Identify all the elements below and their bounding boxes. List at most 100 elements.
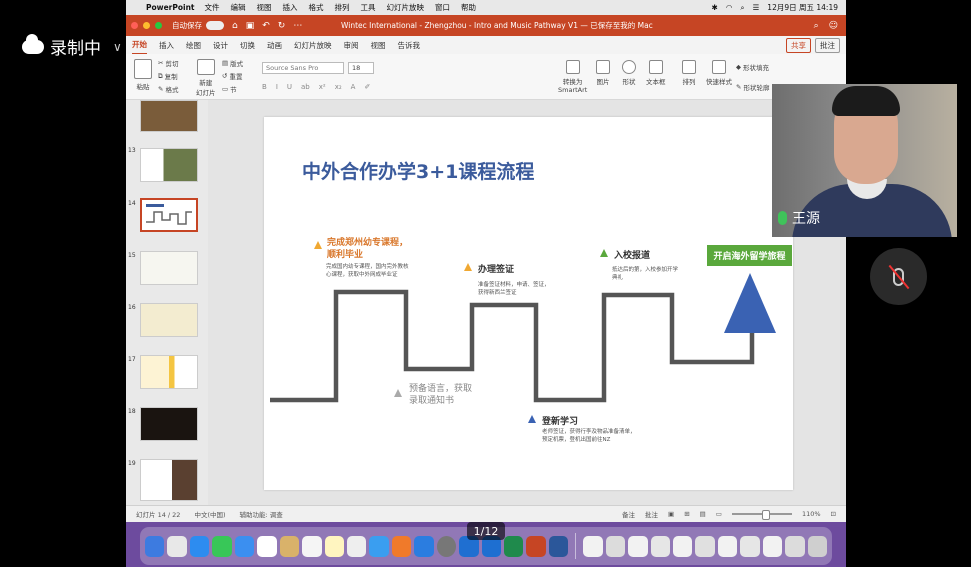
step3-desc[interactable]: 准备签证材料，申请、签证， 获得新西兰签证 <box>478 281 550 297</box>
recent-document-icon[interactable] <box>785 535 805 557</box>
notes-button[interactable]: 备注 <box>622 509 635 519</box>
tab-home[interactable]: 开始 <box>132 36 147 55</box>
tab-slideshow[interactable]: 幻灯片放映 <box>294 37 332 54</box>
tab-design[interactable]: 设计 <box>213 37 228 54</box>
zoom-slider[interactable] <box>731 510 792 520</box>
step5-desc[interactable]: 抵达后的第，入校参加开学 典礼 <box>612 266 678 282</box>
step5-title[interactable]: 入校报道 <box>614 248 650 261</box>
goal-label-box[interactable]: 开启海外留学旅程 <box>707 245 792 266</box>
slide-thumbnail[interactable] <box>140 355 198 389</box>
slide-thumbnail[interactable] <box>140 251 198 285</box>
quick-styles-button[interactable]: 快速样式 <box>706 60 732 86</box>
menu-slideshow[interactable]: 幻灯片放映 <box>387 2 425 13</box>
font-size-select[interactable]: 18 <box>348 62 374 74</box>
tab-view[interactable]: 视图 <box>371 37 386 54</box>
save-icon[interactable]: ▣ <box>246 21 255 31</box>
recent-document-icon[interactable] <box>628 535 648 557</box>
launchpad-icon[interactable] <box>167 535 187 557</box>
chevron-down-icon[interactable]: ∨ <box>113 40 122 54</box>
close-window-button[interactable] <box>131 22 138 29</box>
clock[interactable]: 12月9日 周五 14:19 <box>767 2 838 13</box>
fit-to-window-icon[interactable]: ⊡ <box>831 510 836 518</box>
recent-document-icon[interactable] <box>672 535 693 557</box>
slide-sorter-icon[interactable]: ⊞ <box>684 510 689 518</box>
feedback-icon[interactable]: ☺ <box>829 21 838 31</box>
redo-icon[interactable]: ↻ <box>278 21 286 31</box>
finder-icon[interactable] <box>145 535 165 557</box>
copy-button[interactable]: ⧉ 复制 <box>158 71 178 82</box>
share-button[interactable]: 共享 <box>786 37 811 53</box>
format-painter-button[interactable]: ✎ 格式 <box>158 84 178 94</box>
autosave-toggle[interactable] <box>206 21 224 30</box>
video-tile[interactable]: 王源 <box>772 84 957 237</box>
recent-document-icon[interactable] <box>740 535 760 557</box>
powerpoint-icon[interactable] <box>526 535 546 557</box>
recent-document-icon[interactable] <box>650 535 670 557</box>
paste-button[interactable]: 粘贴 <box>134 59 152 91</box>
word-doc-icon[interactable] <box>548 535 569 557</box>
step1-desc[interactable]: 完成国内幼专课程，国内完外教核 心课程，获取中外网成毕业证 <box>326 263 409 279</box>
control-center-icon[interactable]: ☰ <box>753 3 760 12</box>
mail-icon[interactable] <box>234 535 255 557</box>
calendar-icon[interactable] <box>257 535 277 557</box>
highlight-icon[interactable]: ✐ <box>364 83 370 91</box>
slide-canvas[interactable]: 中外合作办学3+1课程流程 完成郑州幼专课程， 顺利毕业 完成国内幼专课程，国内… <box>264 117 793 490</box>
step4-title[interactable]: 登新学习 <box>542 414 578 427</box>
shape-outline-button[interactable]: ✎ 形状轮廓 <box>736 82 769 92</box>
recent-document-icon[interactable] <box>583 535 603 557</box>
zoom-level[interactable]: 110% <box>802 510 821 518</box>
font-name-select[interactable]: Source Sans Pro <box>262 62 344 74</box>
slide-thumbnail[interactable] <box>140 407 198 441</box>
subscript-icon[interactable]: x₂ <box>335 83 342 91</box>
tab-review[interactable]: 审阅 <box>344 37 359 54</box>
underline-icon[interactable]: U <box>287 83 292 91</box>
slideshow-view-icon[interactable]: ▭ <box>716 510 722 518</box>
mute-button[interactable] <box>870 248 927 305</box>
app-store-icon[interactable] <box>414 535 434 557</box>
wifi-icon[interactable]: ◠ <box>726 3 733 12</box>
bluetooth-icon[interactable]: ✱ <box>712 3 718 12</box>
strikethrough-icon[interactable]: ab <box>301 83 310 91</box>
messages-icon[interactable] <box>212 535 232 557</box>
zoom-window-button[interactable] <box>155 22 162 29</box>
comments-status-button[interactable]: 批注 <box>645 509 658 519</box>
trash-icon[interactable] <box>807 535 828 557</box>
accessibility-status[interactable]: 辅助功能: 调查 <box>240 509 283 519</box>
reminders-icon[interactable] <box>302 535 322 557</box>
recording-indicator[interactable]: 录制中 ∨ <box>22 33 122 59</box>
excel-icon[interactable] <box>504 535 524 557</box>
tab-tell-me[interactable]: 告诉我 <box>398 37 421 54</box>
photos-icon[interactable] <box>346 535 367 557</box>
menu-help[interactable]: 帮助 <box>461 2 476 13</box>
textbox-button[interactable]: 文本框 <box>646 60 666 86</box>
menu-format[interactable]: 格式 <box>309 2 324 13</box>
minimize-window-button[interactable] <box>143 22 150 29</box>
picture-button[interactable]: 图片 <box>596 60 610 86</box>
step4-desc[interactable]: 老师签证，获得行李及物品准备清单， 预定机票，登机出国前往NZ <box>542 428 636 444</box>
layout-button[interactable]: ▤ 版式 <box>222 58 243 68</box>
home-icon[interactable]: ⌂ <box>232 21 238 31</box>
recent-document-icon[interactable] <box>605 535 626 557</box>
tab-insert[interactable]: 插入 <box>159 37 174 54</box>
superscript-icon[interactable]: x² <box>319 83 326 91</box>
menu-arrange[interactable]: 排列 <box>335 2 350 13</box>
menu-edit[interactable]: 编辑 <box>231 2 246 13</box>
recent-document-icon[interactable] <box>695 535 715 557</box>
stickies-icon[interactable] <box>324 535 344 557</box>
step1-title[interactable]: 完成郑州幼专课程， 顺利毕业 <box>327 237 408 261</box>
undo-icon[interactable]: ↶ <box>262 21 270 31</box>
slide-thumbnail[interactable] <box>140 100 198 132</box>
menu-tools[interactable]: 工具 <box>361 2 376 13</box>
notes-app-icon[interactable] <box>279 535 300 557</box>
cut-button[interactable]: ✂ 剪切 <box>158 58 178 68</box>
app-menu[interactable]: PowerPoint <box>146 3 195 12</box>
bold-icon[interactable]: B <box>262 83 267 91</box>
more-icon[interactable]: ⋯ <box>293 21 302 31</box>
search-icon[interactable]: ⌕ <box>740 3 744 13</box>
menu-view[interactable]: 视图 <box>257 2 272 13</box>
italic-icon[interactable]: I <box>276 83 278 91</box>
safari-icon[interactable] <box>189 535 210 557</box>
step3-title[interactable]: 办理签证 <box>478 262 514 275</box>
tab-draw[interactable]: 绘图 <box>186 37 201 54</box>
new-slide-button[interactable]: 新建 幻灯片 <box>196 59 216 97</box>
